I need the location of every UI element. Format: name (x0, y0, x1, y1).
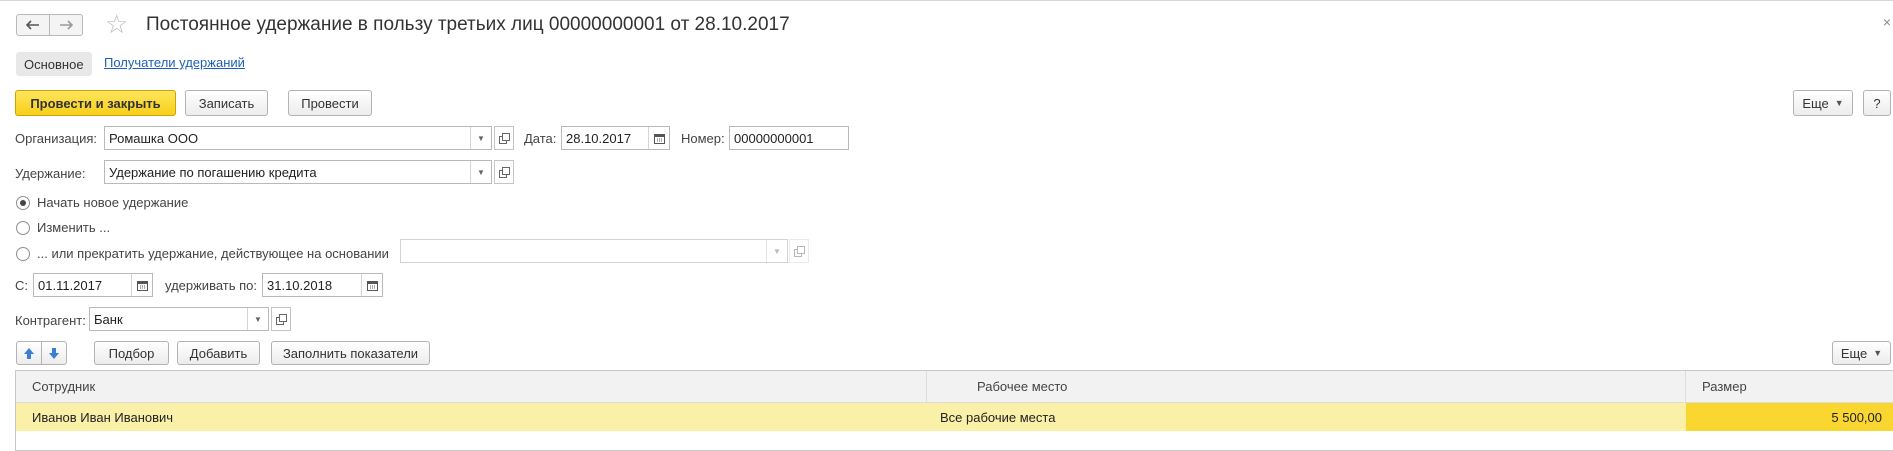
close-icon[interactable]: × (1883, 14, 1891, 30)
table-header: Сотрудник Рабочее место Размер (16, 371, 1893, 403)
move-down-button[interactable] (41, 341, 67, 365)
cell-workplace: Все рабочие места (940, 409, 1056, 425)
cell-employee: Иванов Иван Иванович (32, 409, 174, 425)
dropdown-arrow-icon[interactable]: ▼ (766, 240, 787, 262)
radio-new-deduction[interactable] (16, 196, 30, 210)
radio-stop-label: ... или прекратить удержание, действующе… (37, 246, 389, 261)
add-button[interactable]: Добавить (177, 341, 260, 365)
save-button[interactable]: Записать (185, 90, 268, 116)
forward-arrow-icon (60, 20, 73, 30)
from-label: С: (15, 278, 28, 293)
back-arrow-icon (26, 20, 39, 30)
calendar-icon[interactable] (648, 127, 669, 149)
dropdown-arrow-icon[interactable]: ▼ (470, 161, 491, 183)
move-up-button[interactable] (16, 341, 42, 365)
column-amount[interactable]: Размер (1702, 371, 1882, 402)
open-icon (793, 245, 805, 257)
help-button[interactable]: ? (1863, 90, 1891, 116)
back-button[interactable] (16, 14, 50, 36)
more-button-label: Еще (1802, 95, 1829, 111)
deduction-open-button[interactable] (494, 160, 514, 184)
deduction-value: Удержание по погашению кредита (109, 164, 317, 180)
org-value: Ромашка ООО (109, 130, 199, 146)
org-label: Организация: (15, 131, 98, 146)
counterparty-field[interactable]: Банк ▼ (89, 307, 269, 331)
cell-amount: 5 500,00 (1686, 403, 1893, 431)
select-button[interactable]: Подбор (94, 341, 169, 365)
radio-change-label: Изменить ... (37, 220, 111, 235)
radio-new-label: Начать новое удержание (37, 195, 189, 210)
until-label: удерживать по: (165, 278, 257, 293)
more-button[interactable]: Еще ▼ (1793, 90, 1853, 116)
org-field[interactable]: Ромашка ООО ▼ (104, 126, 492, 150)
post-button[interactable]: Провести (288, 90, 372, 116)
post-and-close-button[interactable]: Провести и закрыть (15, 90, 176, 116)
from-date-value: 01.11.2017 (38, 277, 103, 293)
move-down-icon (49, 347, 59, 359)
tab-recipients-link[interactable]: Получатели удержаний (104, 55, 245, 70)
table-more-button[interactable]: Еще ▼ (1832, 341, 1891, 365)
radio-stop[interactable] (16, 247, 30, 261)
deductions-table: Сотрудник Рабочее место Размер Иванов Ив… (15, 370, 1893, 451)
calendar-icon[interactable] (361, 274, 382, 296)
deduction-field[interactable]: Удержание по погашению кредита ▼ (104, 160, 492, 184)
counterparty-open-button[interactable] (271, 307, 291, 331)
date-label: Дата: (524, 131, 557, 146)
dropdown-arrow-icon[interactable]: ▼ (247, 308, 268, 330)
table-more-label: Еще (1840, 345, 1868, 361)
dropdown-arrow-icon[interactable]: ▼ (470, 127, 491, 149)
date-value: 28.10.2017 (566, 130, 632, 146)
from-date-field[interactable]: 01.11.2017 (33, 273, 153, 297)
number-field[interactable]: 00000000001 (729, 126, 849, 150)
open-icon (498, 132, 510, 144)
favorite-star-icon[interactable]: ☆ (105, 10, 128, 38)
until-date-value: 31.10.2018 (267, 277, 333, 293)
dropdown-arrow-icon: ▼ (1834, 98, 1844, 108)
column-workplace[interactable]: Рабочее место (977, 371, 1677, 402)
open-icon (498, 166, 510, 178)
until-date-field[interactable]: 31.10.2018 (262, 273, 383, 297)
page-title: Постоянное удержание в пользу третьих ли… (146, 14, 790, 35)
open-icon (275, 313, 287, 325)
column-employee[interactable]: Сотрудник (32, 371, 932, 402)
dropdown-arrow-icon: ▼ (1873, 348, 1883, 358)
number-label: Номер: (681, 131, 725, 146)
window-top-border (0, 0, 1893, 1)
radio-change[interactable] (16, 221, 30, 235)
date-field[interactable]: 28.10.2017 (561, 126, 670, 150)
forward-button[interactable] (49, 14, 83, 36)
calendar-icon[interactable] (131, 274, 152, 296)
counterparty-label: Контрагент: (15, 313, 86, 328)
basis-open-button[interactable] (789, 239, 809, 263)
number-value: 00000000001 (734, 130, 814, 146)
deduction-label: Удержание: (15, 166, 86, 181)
basis-document-field[interactable]: ▼ (400, 239, 788, 263)
fill-indicators-button[interactable]: Заполнить показатели (271, 341, 430, 365)
move-up-icon (24, 347, 34, 359)
tab-main[interactable]: Основное (16, 52, 92, 76)
table-row[interactable]: Иванов Иван Иванович Все рабочие места 5… (16, 403, 1893, 431)
counterparty-value: Банк (94, 311, 123, 327)
org-open-button[interactable] (494, 126, 514, 150)
